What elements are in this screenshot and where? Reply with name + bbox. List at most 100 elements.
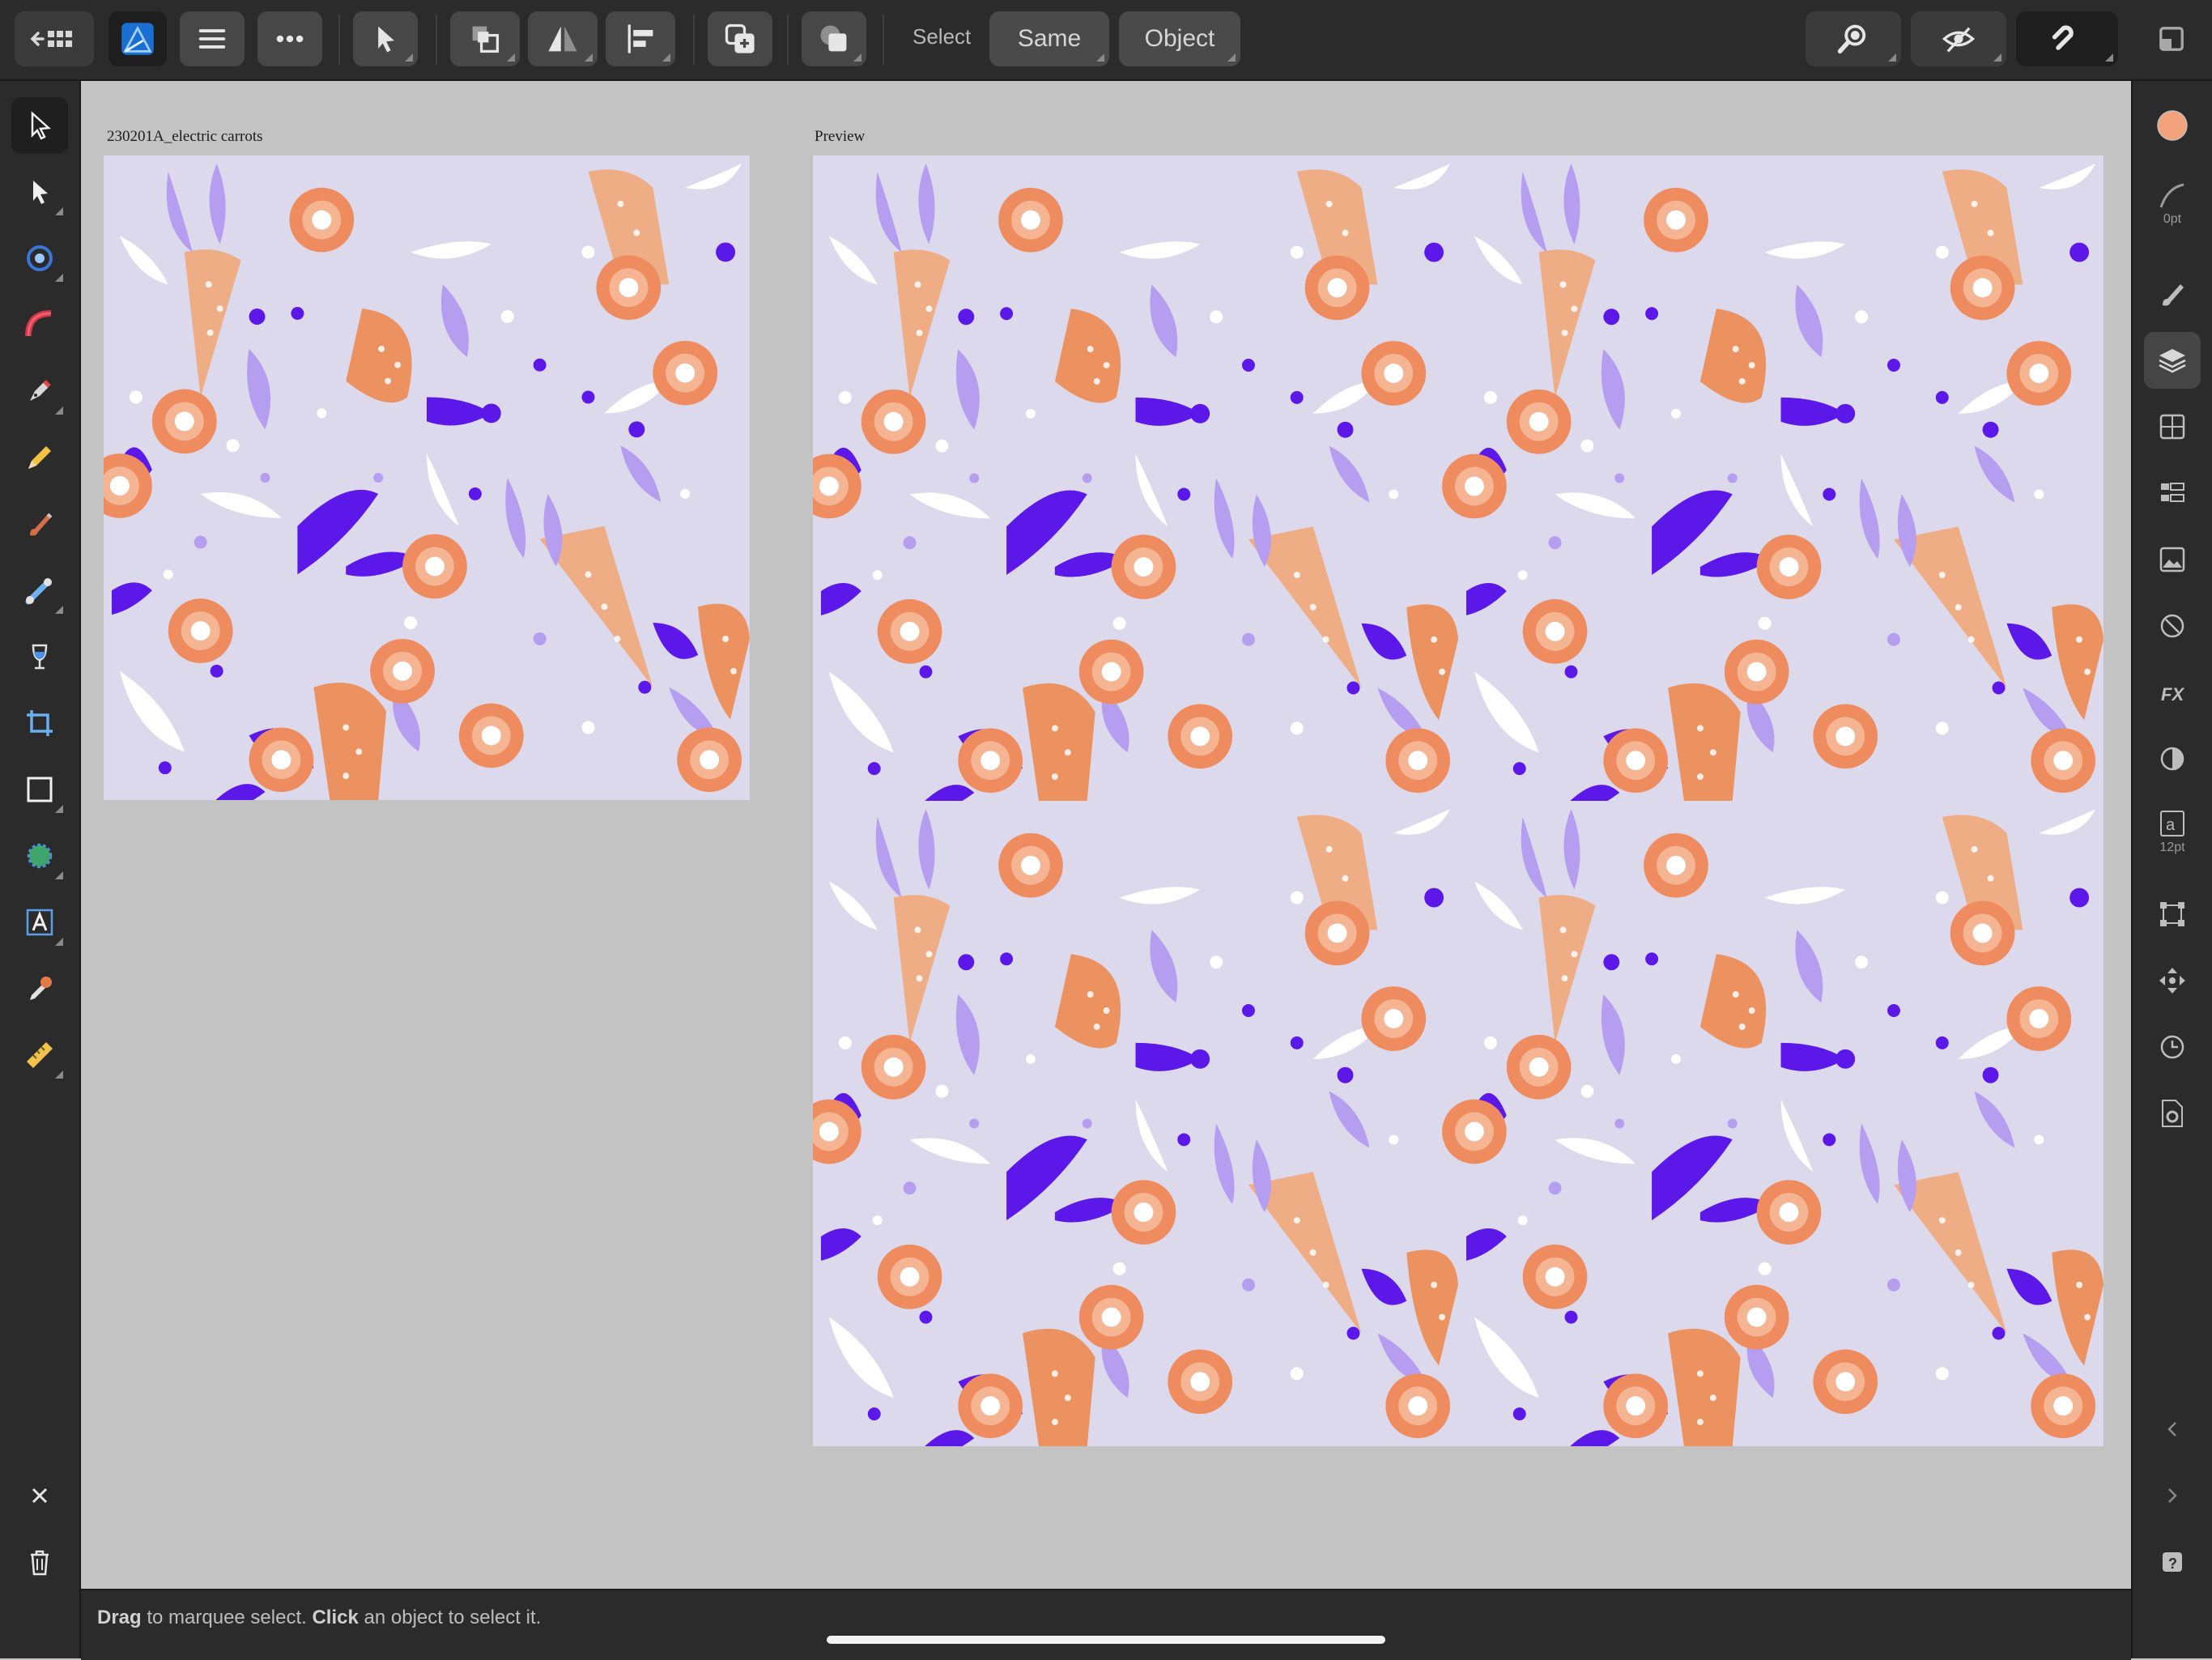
shape-builder-tool[interactable] (11, 828, 68, 884)
pen-tool[interactable] (11, 363, 68, 419)
collapse-left-button[interactable] (2144, 1401, 2201, 1458)
crop-tool[interactable] (11, 695, 68, 751)
eye-icon (1942, 27, 1976, 53)
separator (693, 15, 695, 65)
settings-studio[interactable] (2144, 1085, 2201, 1142)
window-mode-button[interactable] (2146, 11, 2197, 66)
arrange-icon (472, 26, 500, 53)
brushes-studio[interactable] (2144, 266, 2201, 322)
transparency-tool[interactable] (11, 628, 68, 685)
stroke-curve-icon (2159, 183, 2184, 208)
node-tool[interactable] (11, 164, 68, 220)
crop-icon (27, 710, 53, 736)
preview-title: Preview (815, 128, 866, 145)
more-button[interactable] (257, 11, 322, 66)
back-to-documents-button[interactable] (15, 11, 94, 66)
layers-studio[interactable] (2144, 332, 2201, 389)
context-status-bar: Drag to marquee select. Click an object … (81, 1589, 2131, 1660)
close-button[interactable] (11, 1467, 68, 1524)
corner-indicator (55, 1070, 63, 1079)
text-tool[interactable] (11, 894, 68, 951)
corner-indicator (55, 805, 63, 813)
appearance-icon (2161, 483, 2184, 502)
flip-button[interactable] (528, 11, 598, 66)
transform-studio[interactable] (2144, 886, 2201, 943)
magnet-icon (2052, 25, 2074, 50)
flip-horizontal-icon (548, 26, 577, 52)
help-icon: ? (2163, 1552, 2182, 1572)
move-tool-button[interactable] (353, 11, 418, 66)
insert-button[interactable] (708, 11, 772, 66)
fill-tool[interactable] (11, 562, 68, 619)
delete-button[interactable] (11, 1534, 68, 1590)
character-icon: a (2160, 811, 2184, 836)
corner-icon (27, 245, 53, 271)
chevron-right-icon (2168, 1488, 2177, 1503)
window-icon (2159, 27, 2184, 51)
boolean-button[interactable] (802, 11, 866, 66)
hamburger-icon (198, 29, 226, 49)
corner-indicator (55, 274, 63, 282)
pattern-preview (813, 155, 2104, 1446)
pattern-artboard[interactable] (104, 155, 750, 800)
collapse-right-button[interactable] (2144, 1467, 2201, 1524)
status-hint: Drag to marquee select. Click an object … (97, 1607, 541, 1629)
transform-icon (2160, 902, 2184, 926)
svg-text:FX: FX (2161, 684, 2184, 704)
snap-toggle-button[interactable] (2016, 11, 2118, 66)
persona-designer-button[interactable] (108, 11, 167, 66)
geometry-icon (820, 25, 847, 52)
corner-indicator (55, 938, 63, 946)
appearance-studio[interactable] (2144, 465, 2201, 521)
paintbrush-icon (2163, 284, 2184, 306)
color-picker-tool[interactable] (11, 960, 68, 1017)
corner-indicator (405, 53, 413, 62)
snapping-button[interactable] (1806, 11, 1901, 66)
move-studio[interactable] (2144, 952, 2201, 1009)
navigator-studio[interactable] (2144, 598, 2201, 654)
measure-tool[interactable] (11, 1027, 68, 1083)
corner-indicator (1096, 53, 1104, 62)
corner-tool[interactable] (11, 230, 68, 287)
corner-indicator (1993, 53, 2001, 62)
swatches-studio[interactable] (2144, 398, 2201, 455)
pencil-tool[interactable] (11, 429, 68, 486)
vector-brush-tool[interactable] (11, 496, 68, 552)
help-button[interactable]: ? (2144, 1534, 2201, 1590)
color-swatch-icon (2157, 110, 2188, 141)
pointer-icon (378, 26, 394, 53)
history-studio[interactable] (2144, 1019, 2201, 1075)
rectangle-tool[interactable] (11, 761, 68, 818)
pencil-arc-tool[interactable] (11, 296, 68, 353)
studio-panel: 0pt FX a 12pt ? (2131, 81, 2212, 1658)
stroke-width-label: 0pt (2163, 212, 2182, 226)
select-object-button[interactable]: Object (1119, 11, 1240, 66)
assets-studio[interactable] (2144, 531, 2201, 588)
canvas[interactable]: 230201A_electric carrots Preview (81, 81, 2131, 1587)
adjustments-studio[interactable] (2144, 730, 2201, 787)
corner-indicator (2105, 53, 2113, 62)
view-mode-button[interactable] (1911, 11, 2006, 66)
separator (436, 15, 437, 65)
stroke-width-control[interactable]: 0pt (2144, 168, 2201, 238)
home-indicator[interactable] (827, 1636, 1385, 1644)
select-same-label: Same (1017, 25, 1082, 52)
swatches-icon (2159, 414, 2185, 440)
align-button[interactable] (606, 11, 675, 66)
select-label: Select (912, 24, 972, 49)
select-same-button[interactable]: Same (989, 11, 1109, 66)
text-size-label: 12pt (2159, 841, 2185, 854)
contrast-icon (2160, 747, 2184, 771)
magnifier-icon (1837, 24, 1866, 54)
fill-color-well[interactable] (2144, 97, 2201, 154)
arrange-button[interactable] (450, 11, 520, 66)
effects-studio[interactable]: FX (2144, 664, 2201, 721)
wine-glass-icon (32, 644, 48, 670)
character-studio[interactable]: a 12pt (2144, 797, 2201, 866)
corner-indicator (1227, 53, 1236, 62)
menu-button[interactable] (180, 11, 245, 66)
separator (787, 15, 789, 65)
corner-indicator (55, 606, 63, 614)
move-tool[interactable] (11, 97, 68, 154)
preview-artboard[interactable] (813, 155, 2104, 1446)
